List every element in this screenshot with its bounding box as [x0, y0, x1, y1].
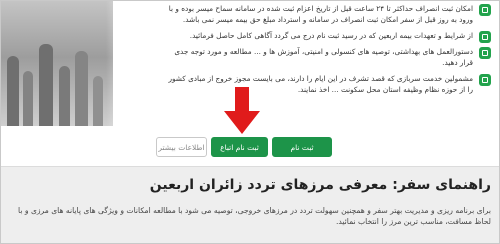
pilgrims-background-image: [1, 1, 113, 126]
book-icon: [479, 47, 491, 59]
notice-item-health: دستورالعمل های بهداشتی، توصیه های کنسولی…: [166, 46, 491, 68]
notice-item-cancellation: امکان ثبت انصراف حداکثر تا ۲۴ ساعت قبل ا…: [166, 3, 491, 25]
hero-section: امکان ثبت انصراف حداکثر تا ۲۴ ساعت قبل ا…: [1, 1, 499, 166]
notice-item-military: مشمولین خدمت سربازی که قصد تشرف در این ا…: [166, 73, 491, 95]
travel-guide-section: راهنمای سفر: معرفی مرزهای تردد زائران ار…: [1, 166, 499, 243]
guide-title: راهنمای سفر: معرفی مرزهای تردد زائران ار…: [149, 177, 491, 193]
people-icon: [479, 74, 491, 86]
more-info-button[interactable]: اطلاعات بیشتر: [156, 137, 207, 157]
hero-image-fade: [106, 1, 146, 126]
notice-text: از شرایط و تعهدات بیمه اربعین که در رسید…: [189, 31, 473, 40]
notice-text: مشمولین خدمت سربازی که قصد تشرف در این ا…: [168, 74, 473, 94]
register-button[interactable]: ثبت نام: [272, 137, 332, 157]
notice-item-insurance: از شرایط و تعهدات بیمه اربعین که در رسید…: [166, 30, 491, 43]
page-frame: امکان ثبت انصراف حداکثر تا ۲۴ ساعت قبل ا…: [0, 0, 500, 244]
calendar-icon: [479, 4, 491, 16]
notice-list: امکان ثبت انصراف حداکثر تا ۲۴ ساعت قبل ا…: [166, 3, 491, 100]
guide-description: برای برنامه ریزی و مدیریت بهتر سفر و همچ…: [18, 206, 491, 226]
notice-text: دستورالعمل های بهداشتی، توصیه های کنسولی…: [174, 47, 473, 67]
notice-text: امکان ثبت انصراف حداکثر تا ۲۴ ساعت قبل ا…: [168, 4, 473, 24]
document-icon: [479, 31, 491, 43]
arrow-down-icon: [224, 87, 260, 134]
register-followers-button[interactable]: ثبت نام اتباع: [211, 137, 268, 157]
